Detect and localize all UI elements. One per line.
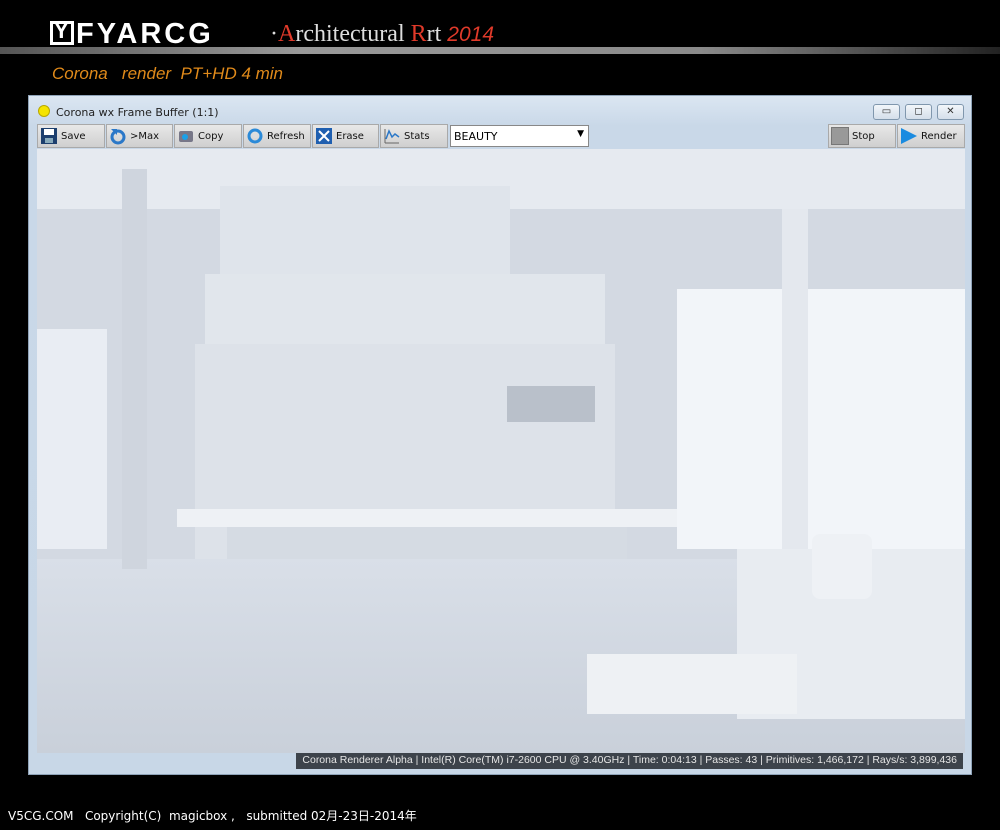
floppy-icon [41, 128, 57, 144]
refresh-arrow-icon [110, 129, 126, 145]
smiley-icon [38, 105, 50, 117]
rendered-image [37, 149, 965, 753]
banner-title: ·Architectural Rrt 2014 [270, 21, 494, 48]
title-bar[interactable]: Corona wx Frame Buffer (1:1) ▭ ◻ ✕ [29, 96, 971, 123]
stats-label: Stats [404, 130, 430, 142]
stop-icon [831, 127, 849, 145]
banner-subtitle: Corona render PT+HD 4 min [52, 64, 284, 83]
toolbar: Save >Max Copy Refresh Erase Stats BEAUT… [37, 124, 965, 148]
separator: · [270, 21, 278, 47]
erase-label: Erase [336, 130, 364, 142]
chart-icon [384, 129, 400, 144]
channel-value: BEAUTY [454, 130, 498, 143]
copy-button[interactable]: Copy [174, 124, 242, 148]
banner-divider [0, 47, 1000, 54]
channel-select[interactable]: BEAUTY ▼ [450, 125, 589, 147]
erase-icon [316, 128, 332, 144]
banner: FYARCG ·Architectural Rrt 2014 Corona re… [0, 0, 1000, 95]
erase-button[interactable]: Erase [312, 124, 379, 148]
save-button[interactable]: Save [37, 124, 105, 148]
banner-year: 2014 [447, 23, 495, 46]
refresh-icon [247, 128, 263, 144]
render-button[interactable]: Render [897, 124, 965, 148]
refresh-button[interactable]: Refresh [243, 124, 311, 148]
title-rest1: rchitectural [295, 21, 411, 47]
title-rest2: rt [426, 21, 448, 47]
logo-text: FYARCG [76, 18, 214, 50]
stop-button[interactable]: Stop [828, 124, 896, 148]
logo-mark-icon [50, 18, 74, 45]
copy-icon [179, 131, 193, 142]
play-icon [901, 128, 917, 144]
refresh-label: Refresh [267, 130, 305, 142]
title-a: A [278, 21, 296, 47]
copy-label: Copy [198, 130, 224, 142]
chevron-down-icon: ▼ [577, 129, 584, 139]
minimize-button[interactable]: ▭ [873, 104, 900, 120]
close-button[interactable]: ✕ [937, 104, 964, 120]
max-label: >Max [130, 130, 160, 142]
frame-buffer-window: Corona wx Frame Buffer (1:1) ▭ ◻ ✕ Save … [28, 95, 972, 775]
save-label: Save [61, 130, 86, 142]
footer-copyright: V5CG.COM Copyright(C) magicbox , submitt… [8, 809, 417, 823]
render-viewport[interactable] [37, 149, 965, 753]
maximize-button[interactable]: ◻ [905, 104, 932, 120]
stop-label: Stop [852, 130, 875, 142]
window-title: Corona wx Frame Buffer (1:1) [56, 106, 219, 119]
stats-button[interactable]: Stats [380, 124, 448, 148]
status-bar: Corona Renderer Alpha | Intel(R) Core(TM… [296, 753, 963, 769]
max-button[interactable]: >Max [106, 124, 173, 148]
render-label: Render [921, 130, 957, 142]
title-r: R [410, 21, 427, 47]
